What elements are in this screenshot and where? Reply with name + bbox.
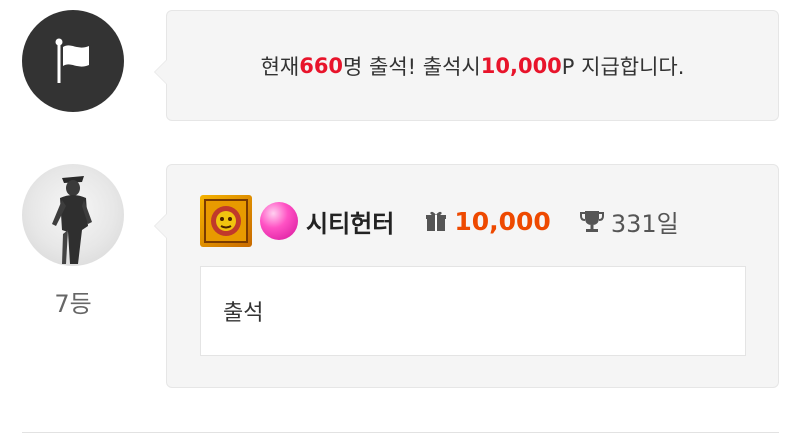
notice-avatar (22, 10, 124, 112)
comment-text: 출석 (200, 266, 746, 356)
gift-icon (424, 209, 448, 233)
user-points: 10,000 (454, 206, 551, 236)
comment-card: 시티헌터 10,000 331일 출석 (154, 164, 779, 388)
comment-header: 시티헌터 10,000 331일 (200, 195, 679, 247)
rank-label: 7등 (54, 290, 92, 318)
trophy-icon (579, 208, 605, 234)
lion-emblem-icon (204, 199, 248, 243)
notice-middle: 명 출석! 출석시 (343, 54, 481, 79)
notice-suffix: P 지급합니다. (561, 54, 685, 79)
attendance-notice: 현재 660 명 출석! 출석시 10,000 P 지급합니다. (154, 10, 779, 121)
user-avatar[interactable] (22, 164, 124, 266)
level-badge-icon (200, 195, 252, 247)
attendance-days: 331일 (610, 209, 679, 238)
flag-icon (55, 38, 89, 83)
nickname[interactable]: 시티헌터 (306, 204, 394, 239)
pink-gem-icon (260, 202, 298, 240)
attendance-count: 660 (299, 53, 344, 78)
divider (22, 432, 779, 433)
user-photo-icon (52, 176, 92, 264)
reward-points: 10,000 (480, 53, 562, 78)
notice-prefix: 현재 (260, 54, 300, 79)
